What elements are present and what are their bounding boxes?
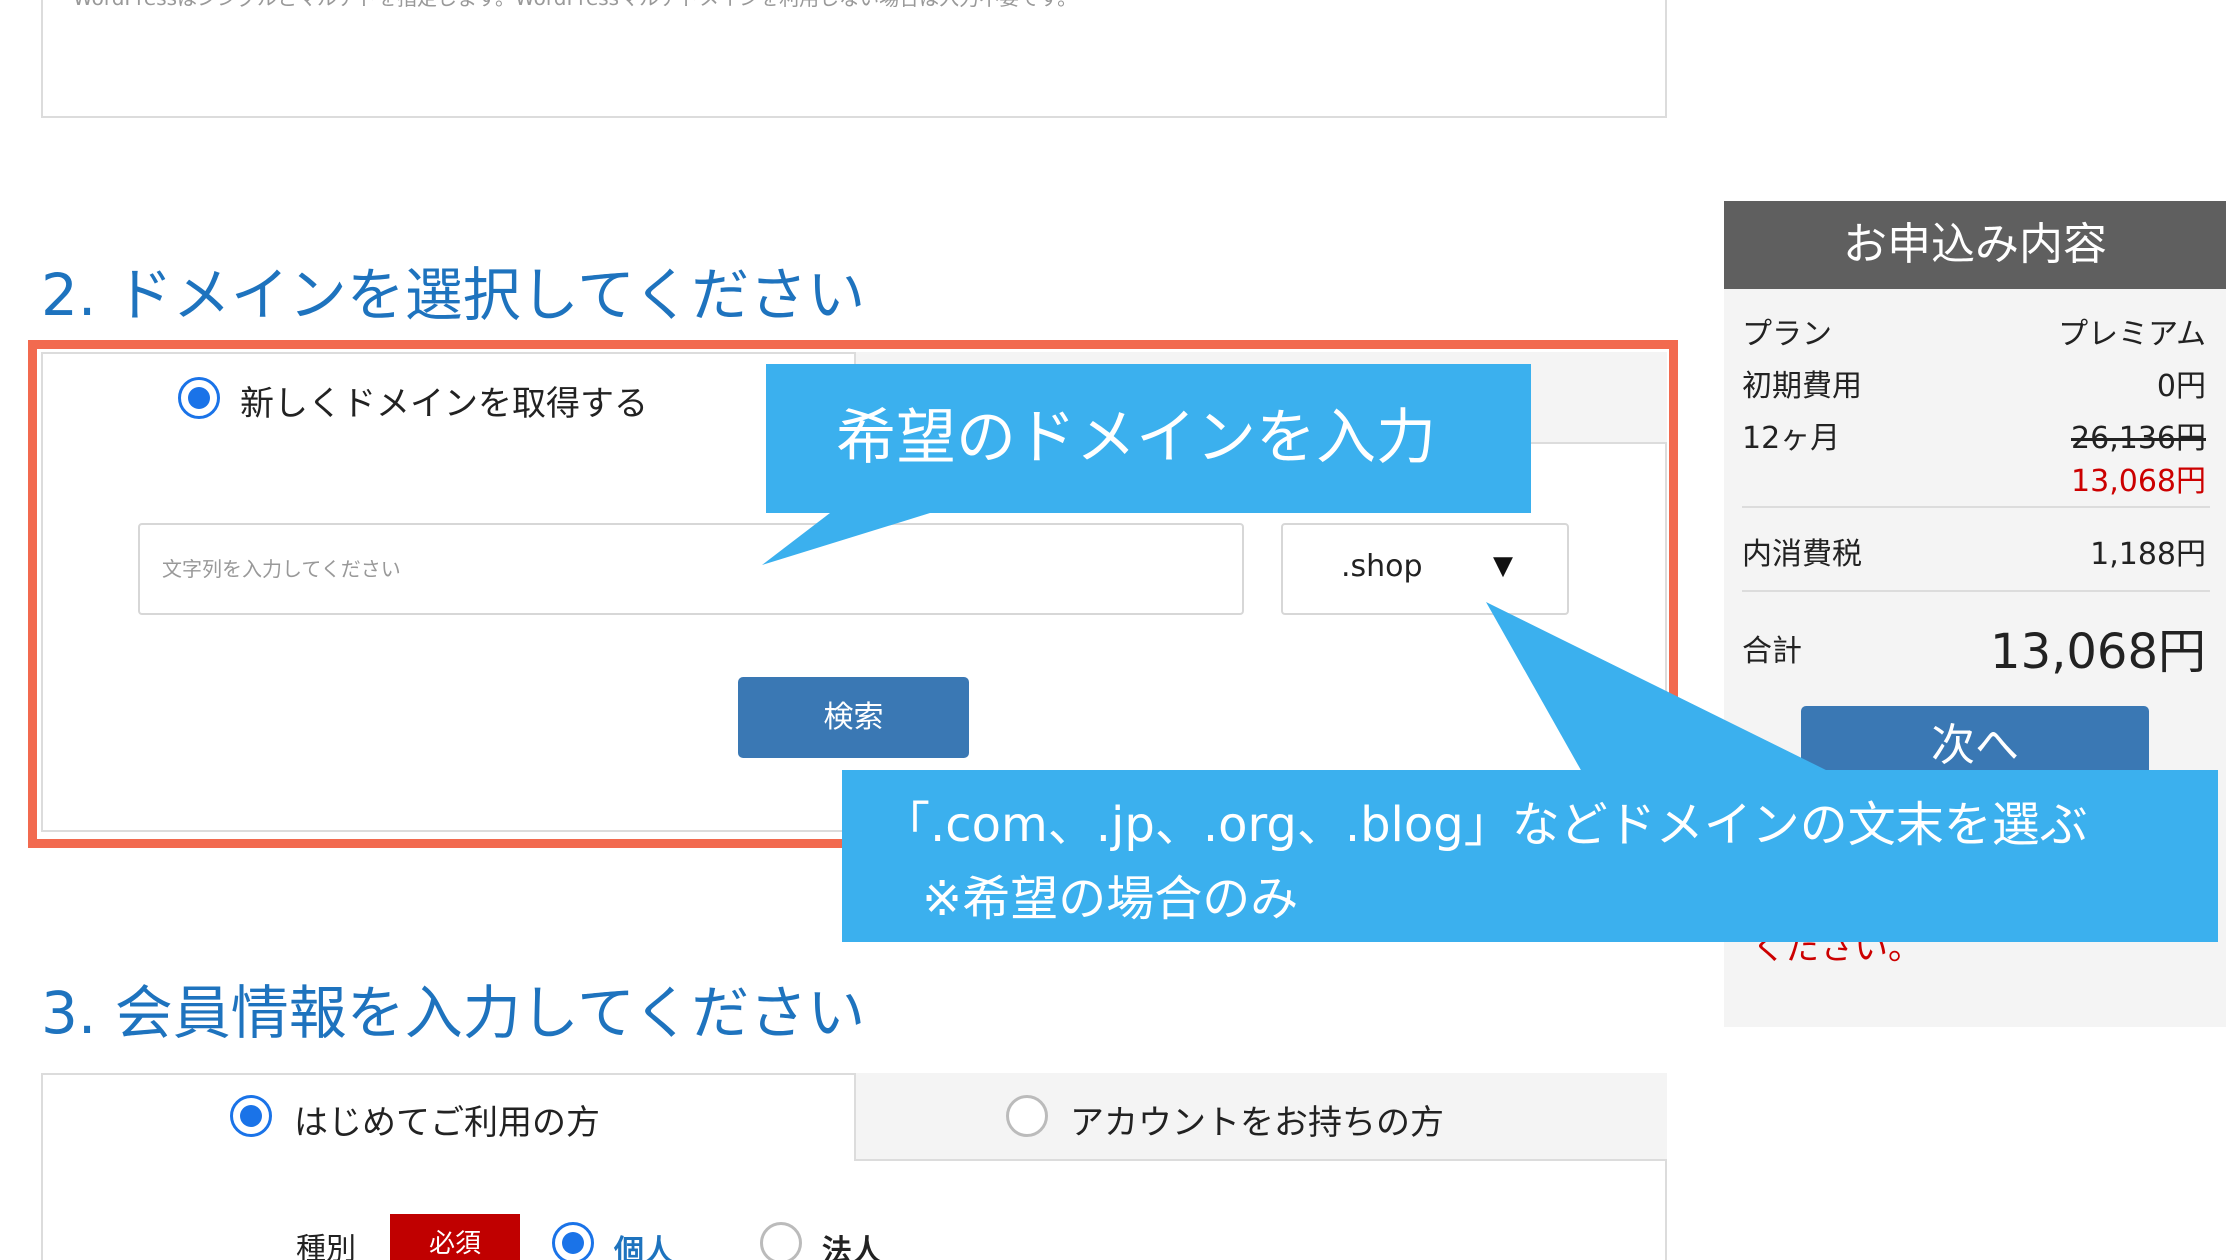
radio-has-account-label[interactable]: アカウントをお持ちの方 bbox=[1070, 1095, 1444, 1144]
description-text: WordPressはシングルとマルチドを指定します。WordPressマルチドメ… bbox=[73, 0, 1077, 11]
summary-total-value: 13,068円 bbox=[1990, 624, 2206, 680]
radio-personal[interactable] bbox=[552, 1222, 594, 1260]
summary-divider bbox=[1742, 506, 2210, 508]
summary-months-label: 12ヶ月 bbox=[1742, 421, 1841, 456]
order-summary-header: お申込み内容 bbox=[1724, 201, 2226, 289]
radio-corporate[interactable] bbox=[760, 1222, 802, 1260]
summary-old-price: 26,136円 bbox=[2071, 421, 2206, 456]
radio-personal-label[interactable]: 個人 bbox=[614, 1226, 674, 1260]
summary-plan-value: プレミアム bbox=[2058, 317, 2206, 352]
required-badge: 必須 bbox=[390, 1214, 520, 1260]
description-box: WordPressはシングルとマルチドを指定します。WordPressマルチドメ… bbox=[41, 0, 1667, 118]
summary-total-label: 合計 bbox=[1742, 634, 1802, 669]
summary-initial-label: 初期費用 bbox=[1742, 369, 1862, 404]
section-title-domain: 2. ドメインを選択してください bbox=[41, 261, 866, 329]
summary-tax-value: 1,188円 bbox=[2090, 537, 2206, 572]
radio-first-time-label[interactable]: はじめてご利用の方 bbox=[294, 1095, 600, 1144]
summary-tax-label: 内消費税 bbox=[1742, 537, 1862, 572]
summary-plan-label: プラン bbox=[1742, 317, 1832, 352]
callout-tld-line1: 「.com、.jp、.org、.blog」などドメインの文末を選ぶ bbox=[882, 797, 2088, 853]
callout-tld-line2: ※希望の場合のみ bbox=[922, 871, 1299, 927]
field-label-type: 種別 bbox=[296, 1232, 356, 1260]
radio-first-time[interactable] bbox=[230, 1095, 272, 1137]
summary-new-price: 13,068円 bbox=[2071, 464, 2206, 499]
summary-initial-value: 0円 bbox=[2156, 369, 2206, 404]
callout-tld-hint: 「.com、.jp、.org、.blog」などドメインの文末を選ぶ ※希望の場合… bbox=[842, 770, 2218, 942]
radio-corporate-label[interactable]: 法人 bbox=[822, 1226, 882, 1260]
summary-divider bbox=[1742, 590, 2210, 592]
section-title-member: 3. 会員情報を入力してください bbox=[41, 979, 866, 1047]
callout-domain-hint: 希望のドメインを入力 bbox=[766, 364, 1531, 513]
radio-has-account[interactable] bbox=[1006, 1095, 1048, 1137]
